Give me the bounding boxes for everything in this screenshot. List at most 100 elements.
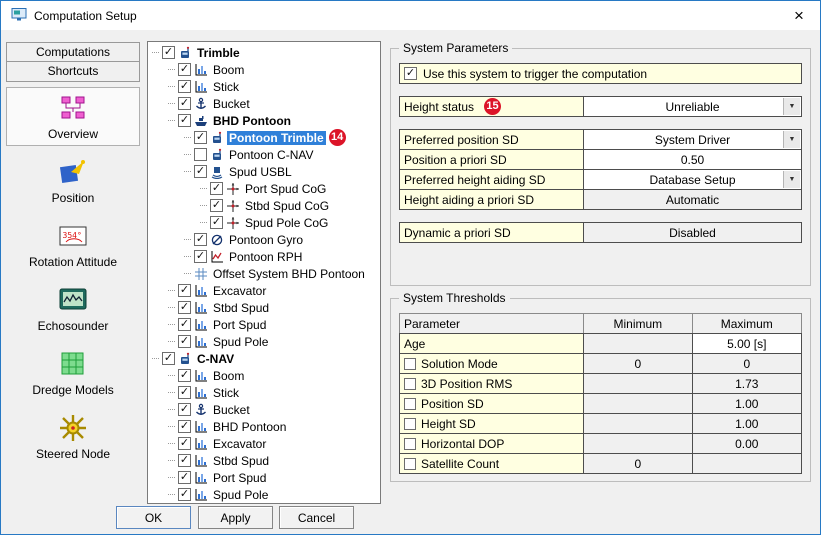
sidebar-item-echosounder[interactable]: Echosounder — [6, 279, 140, 338]
tree-item-bhd-pontoon[interactable]: ✓BHD Pontoon — [148, 112, 380, 129]
height-status-value[interactable]: Unreliable▼ — [584, 96, 802, 117]
tree-item-stick[interactable]: ✓Stick — [148, 384, 380, 401]
tree-item-offset-system-bhd-pontoon[interactable]: Offset System BHD Pontoon — [148, 265, 380, 282]
tree-connector — [152, 52, 159, 53]
threshold-row-satellite-count: Satellite Count0 — [399, 453, 802, 474]
tree-checkbox[interactable]: ✓ — [178, 318, 191, 331]
sidebar-item-steered-node[interactable]: Steered Node — [6, 407, 140, 466]
tree-checkbox[interactable]: ✓ — [178, 471, 191, 484]
tree-item-pontoon-rph[interactable]: ✓Pontoon RPH — [148, 248, 380, 265]
sidebar-item-label: Rotation Attitude — [9, 255, 137, 269]
tree-checkbox[interactable]: ✓ — [178, 97, 191, 110]
cancel-button[interactable]: Cancel — [279, 506, 354, 529]
tree-checkbox[interactable]: ✓ — [178, 403, 191, 416]
height-sd-checkbox[interactable] — [404, 418, 416, 430]
tree-item-boom[interactable]: ✓ Boom — [148, 367, 380, 384]
tree-checkbox[interactable]: ✓ — [178, 335, 191, 348]
chevron-down-icon[interactable]: ▼ — [783, 98, 800, 115]
tree-item-port-spud-cog[interactable]: ✓Port Spud CoG — [148, 180, 380, 197]
solution-mode-checkbox[interactable] — [404, 358, 416, 370]
tree-checkbox[interactable]: ✓ — [178, 369, 191, 382]
sidebar-item-overview[interactable]: Overview — [6, 87, 140, 146]
chevron-down-icon[interactable]: ▼ — [783, 131, 800, 148]
age-max-value[interactable]: 5.00 [s] — [692, 333, 802, 354]
sidebar-item-dredge-models[interactable]: Dredge Models — [6, 343, 140, 402]
tree-checkbox[interactable]: ✓ — [178, 437, 191, 450]
tree-item-stick[interactable]: ✓Stick — [148, 78, 380, 95]
tree-checkbox[interactable] — [194, 148, 207, 161]
preferred-position-sd-row: Preferred position SDSystem Driver▼ — [399, 129, 802, 150]
tree-checkbox[interactable]: ✓ — [194, 165, 207, 178]
tree-item-pontoon-gyro[interactable]: ✓Pontoon Gyro — [148, 231, 380, 248]
tree-item-c-nav[interactable]: ✓C-NAV — [148, 350, 380, 367]
tree-item-excavator[interactable]: ✓Excavator — [148, 435, 380, 452]
tab-shortcuts[interactable]: Shortcuts — [6, 62, 140, 82]
tab-computations[interactable]: Computations — [6, 42, 140, 62]
tree-connector — [168, 477, 175, 478]
tree-item-excavator[interactable]: ✓Excavator — [148, 282, 380, 299]
preferred-position-sd-value[interactable]: System Driver▼ — [584, 129, 802, 150]
sidebar-item-rotation-attitude[interactable]: 354°Rotation Attitude — [6, 215, 140, 274]
tree-item-label: Spud Pole — [211, 335, 270, 349]
offset-icon — [194, 267, 208, 281]
close-icon[interactable]: × — [788, 7, 810, 24]
tree-item-port-spud[interactable]: ✓Port Spud — [148, 469, 380, 486]
tree-item-bucket[interactable]: ✓Bucket — [148, 401, 380, 418]
tree-checkbox[interactable]: ✓ — [178, 284, 191, 297]
tree-connector — [168, 460, 175, 461]
tree-item-pontoon-c-nav[interactable]: Pontoon C-NAV — [148, 146, 380, 163]
horizontal-dop-checkbox[interactable] — [404, 438, 416, 450]
satellite-count-checkbox[interactable] — [404, 458, 416, 470]
preferred-height-aiding-sd-value[interactable]: Database Setup▼ — [584, 169, 802, 190]
tree-item-label: Boom — [211, 369, 246, 383]
tree-checkbox[interactable]: ✓ — [194, 250, 207, 263]
sidebar-item-label: Echosounder — [9, 319, 137, 333]
apply-button[interactable]: Apply — [198, 506, 273, 529]
tree-item-stbd-spud[interactable]: ✓Stbd Spud — [148, 452, 380, 469]
ok-button[interactable]: OK — [116, 506, 191, 529]
tree-item-spud-pole-cog[interactable]: ✓Spud Pole CoG — [148, 214, 380, 231]
tree-item-bucket[interactable]: ✓Bucket — [148, 95, 380, 112]
tree-item-boom[interactable]: ✓Boom — [148, 61, 380, 78]
tree-checkbox[interactable]: ✓ — [210, 182, 223, 195]
tree-checkbox[interactable]: ✓ — [194, 131, 207, 144]
tree-checkbox[interactable]: ✓ — [178, 420, 191, 433]
height-status-row: Height status15Unreliable▼ — [399, 96, 802, 117]
tree-item-trimble[interactable]: ✓Trimble — [148, 44, 380, 61]
tree-checkbox[interactable]: ✓ — [194, 233, 207, 246]
tree-item-pontoon-trimble[interactable]: ✓Pontoon Trimble14 — [148, 129, 380, 146]
tree-item-stbd-spud-cog[interactable]: ✓Stbd Spud CoG — [148, 197, 380, 214]
tree-item-port-spud[interactable]: ✓Port Spud — [148, 316, 380, 333]
tree-checkbox[interactable]: ✓ — [178, 301, 191, 314]
sidebar-item-position[interactable]: Position — [6, 151, 140, 210]
position-sd-checkbox[interactable] — [404, 398, 416, 410]
tree-checkbox[interactable]: ✓ — [178, 454, 191, 467]
tree-checkbox[interactable]: ✓ — [178, 386, 191, 399]
tree-item-bhd-pontoon[interactable]: ✓BHD Pontoon — [148, 418, 380, 435]
height-status-label: Height status15 — [399, 96, 584, 117]
tree-item-stbd-spud[interactable]: ✓Stbd Spud — [148, 299, 380, 316]
chevron-down-icon[interactable]: ▼ — [783, 171, 800, 188]
tree-checkbox[interactable]: ✓ — [178, 80, 191, 93]
tree-checkbox[interactable]: ✓ — [210, 216, 223, 229]
tree-checkbox[interactable]: ✓ — [210, 199, 223, 212]
tree-checkbox[interactable]: ✓ — [178, 488, 191, 501]
chart-icon — [194, 318, 208, 332]
position-a-priori-sd-value[interactable]: 0.50 — [584, 149, 802, 170]
3d-position-rms-label: 3D Position RMS — [399, 373, 584, 394]
tree-item-spud-pole[interactable]: ✓ Spud Pole — [148, 333, 380, 350]
tree-item-spud-usbl[interactable]: ✓Spud USBL — [148, 163, 380, 180]
height-sd-max-value: 1.00 — [692, 413, 802, 434]
threshold-row-solution-mode: Solution Mode00 — [399, 353, 802, 374]
tree-checkbox[interactable]: ✓ — [162, 352, 175, 365]
tree-checkbox[interactable]: ✓ — [178, 114, 191, 127]
3d-position-rms-checkbox[interactable] — [404, 378, 416, 390]
trigger-computation-row[interactable]: ✓ Use this system to trigger the computa… — [399, 63, 802, 84]
tree-checkbox[interactable]: ✓ — [178, 63, 191, 76]
dynamic-a-priori-sd-row: Dynamic a priori SDDisabled — [399, 222, 802, 243]
tree-connector — [184, 154, 191, 155]
tree-checkbox[interactable]: ✓ — [162, 46, 175, 59]
trigger-computation-checkbox[interactable]: ✓ — [404, 67, 417, 80]
threshold-row-age: Age5.00 [s] — [399, 333, 802, 354]
tree-item-spud-pole[interactable]: ✓Spud Pole — [148, 486, 380, 503]
